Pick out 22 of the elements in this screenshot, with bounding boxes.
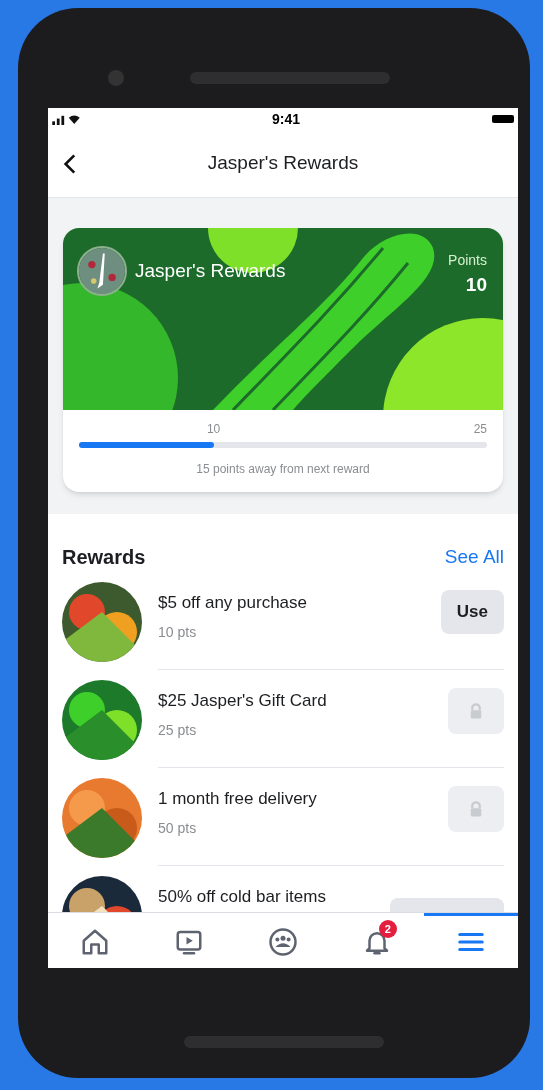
reward-title: 50% off cold bar items [158,886,326,908]
reward-points: 10 pts [158,622,198,642]
groups-icon [268,927,298,957]
progress-message: 15 points away from next reward [196,462,370,476]
signal-icon [52,113,80,125]
reward-title: $5 off any purchase [158,592,307,614]
home-icon [80,927,110,957]
page-title: Jasper's Rewards [207,151,359,176]
use-button[interactable]: Use [440,590,504,634]
reward-points: 25 pts [158,720,198,740]
reward-title: $25 Jasper's Gift Card [158,690,327,712]
goal-points: 25 [473,421,487,438]
tab-button[interactable]: 2 [330,913,424,968]
reward-title: 1 month free delivery [158,788,317,810]
battery-icon [492,115,514,123]
section-title: Rewards [62,545,146,570]
see-all-link[interactable]: See All [444,542,504,572]
current-points: 10 [206,421,221,438]
camera-lens [108,70,124,86]
notification-badge: 2 [378,920,397,938]
status-time: 9:41 [272,109,300,129]
reward-points: 50 pts [158,818,198,838]
